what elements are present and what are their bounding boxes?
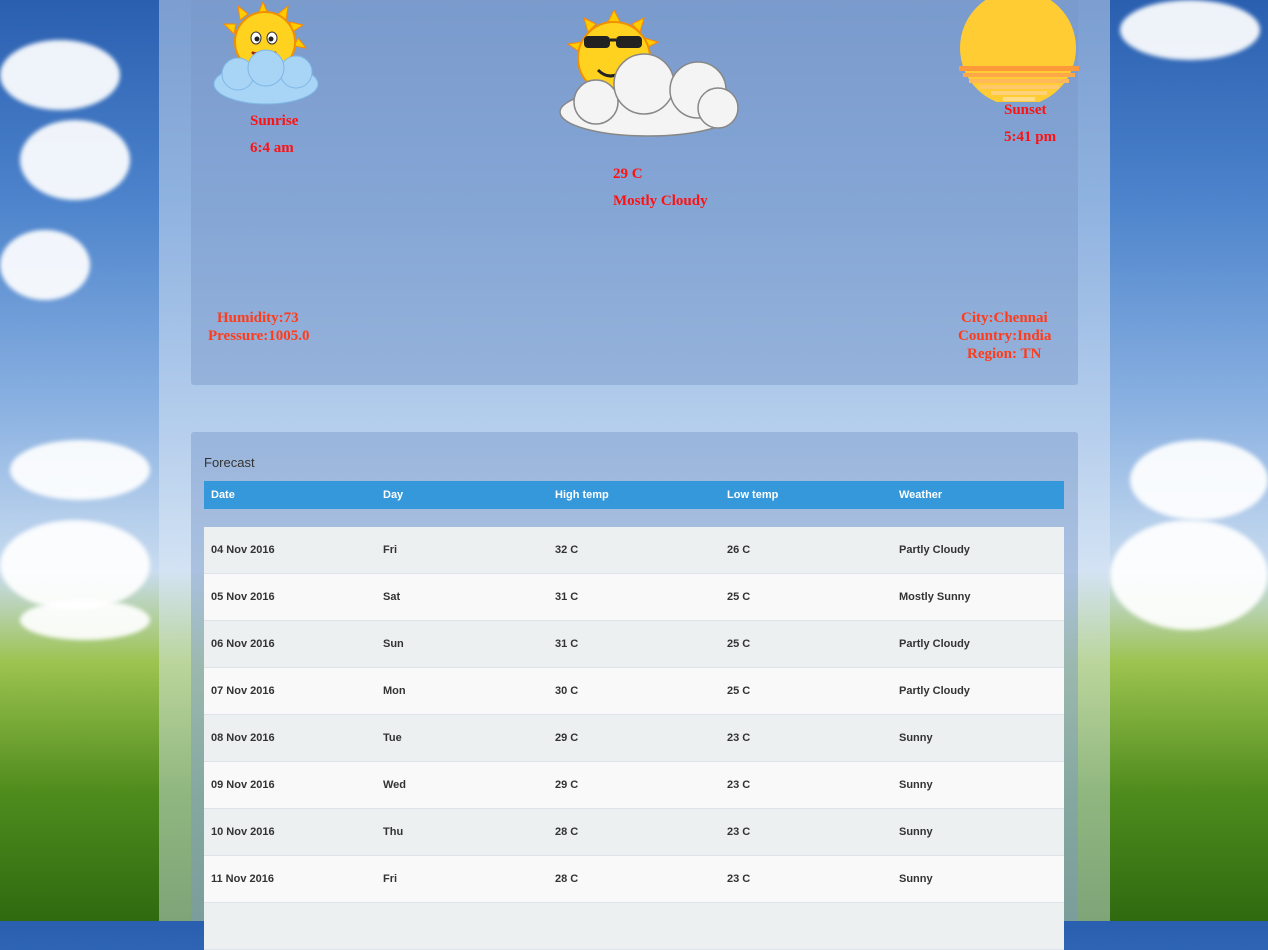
cell-low-temp — [720, 902, 892, 950]
cell-low-temp: 23 C — [720, 714, 892, 762]
cell-day: Fri — [376, 855, 548, 903]
column-header-weather: Weather — [892, 481, 1064, 509]
smiling-sun-cloud-icon — [213, 0, 319, 105]
column-header-high-temp: High temp — [548, 481, 720, 509]
column-header-day: Day — [376, 481, 548, 509]
table-row: 08 Nov 2016 Tue 29 C 23 C Sunny — [204, 714, 1064, 762]
table-row: 05 Nov 2016 Sat 31 C 25 C Mostly Sunny — [204, 573, 1064, 621]
cell-weather: Sunny — [892, 855, 1064, 903]
cell-low-temp: 25 C — [720, 573, 892, 621]
cell-day — [376, 902, 548, 950]
cell-date: 09 Nov 2016 — [204, 761, 376, 809]
cell-weather: Mostly Sunny — [892, 573, 1064, 621]
current-weather-panel: Sunrise 6:4 am 29 C Mostly Cloudy Sunset… — [191, 0, 1079, 385]
forecast-header-row: Date Day High temp Low temp Weather — [204, 481, 1064, 509]
cell-high-temp: 28 C — [548, 808, 720, 856]
pressure-value: Pressure:1005.0 — [208, 328, 310, 344]
cell-date: 10 Nov 2016 — [204, 808, 376, 856]
column-header-date: Date — [204, 481, 376, 509]
cell-low-temp: 23 C — [720, 808, 892, 856]
cell-high-temp: 32 C — [548, 527, 720, 574]
cell-date: 07 Nov 2016 — [204, 667, 376, 715]
cell-day: Fri — [376, 527, 548, 574]
city-value: City:Chennai — [961, 310, 1048, 326]
cell-day: Sat — [376, 573, 548, 621]
cell-low-temp: 23 C — [720, 855, 892, 903]
forecast-title: Forecast — [204, 455, 255, 470]
table-row: 06 Nov 2016 Sun 31 C 25 C Partly Cloudy — [204, 620, 1064, 668]
cell-date: 04 Nov 2016 — [204, 527, 376, 574]
cell-day: Thu — [376, 808, 548, 856]
sunrise-time: 6:4 am — [250, 140, 294, 156]
cell-high-temp: 31 C — [548, 620, 720, 668]
forecast-table: Date Day High temp Low temp Weather 04 N… — [204, 481, 1064, 950]
region-value: Region: TN — [967, 346, 1042, 362]
cell-day: Wed — [376, 761, 548, 809]
cell-date: 06 Nov 2016 — [204, 620, 376, 668]
country-value: Country:India — [958, 328, 1052, 344]
cell-high-temp: 30 C — [548, 667, 720, 715]
cell-high-temp: 29 C — [548, 761, 720, 809]
table-row: 11 Nov 2016 Fri 28 C 23 C Sunny — [204, 855, 1064, 903]
setting-sun-icon — [959, 0, 1079, 102]
cell-high-temp: 29 C — [548, 714, 720, 762]
current-condition: Mostly Cloudy — [613, 193, 708, 209]
cell-weather: Sunny — [892, 714, 1064, 762]
sunset-time: 5:41 pm — [1004, 129, 1057, 145]
cell-high-temp: 28 C — [548, 855, 720, 903]
table-row: 07 Nov 2016 Mon 30 C 25 C Partly Cloudy — [204, 667, 1064, 715]
forecast-panel: Forecast Date Day High temp Low temp Wea… — [191, 432, 1078, 950]
table-spacer — [204, 509, 1064, 527]
cell-weather: Partly Cloudy — [892, 667, 1064, 715]
cell-date: 08 Nov 2016 — [204, 714, 376, 762]
cell-date: 05 Nov 2016 — [204, 573, 376, 621]
cell-weather: Sunny — [892, 808, 1064, 856]
humidity-value: Humidity:73 — [217, 310, 299, 326]
cell-date: 11 Nov 2016 — [204, 855, 376, 903]
cell-low-temp: 23 C — [720, 761, 892, 809]
cell-day: Mon — [376, 667, 548, 715]
sunset-label: Sunset — [1004, 102, 1047, 118]
page-container: Sunrise 6:4 am 29 C Mostly Cloudy Sunset… — [159, 0, 1110, 950]
current-temperature: 29 C — [613, 166, 643, 182]
sun-sunglasses-cloud-icon — [559, 10, 739, 137]
table-row: 10 Nov 2016 Thu 28 C 23 C Sunny — [204, 808, 1064, 856]
sunrise-label: Sunrise — [250, 113, 299, 129]
cell-weather: Sunny — [892, 761, 1064, 809]
cell-high-temp: 31 C — [548, 573, 720, 621]
cell-weather: Partly Cloudy — [892, 620, 1064, 668]
cell-low-temp: 26 C — [720, 527, 892, 574]
cell-day: Sun — [376, 620, 548, 668]
cell-weather — [892, 902, 1064, 950]
cell-low-temp: 25 C — [720, 620, 892, 668]
cell-date — [204, 902, 376, 950]
cell-high-temp — [548, 902, 720, 950]
table-row — [204, 902, 1064, 950]
forecast-body: 04 Nov 2016 Fri 32 C 26 C Partly Cloudy 05 No… — [204, 509, 1064, 950]
table-row: 09 Nov 2016 Wed 29 C 23 C Sunny — [204, 761, 1064, 809]
table-row: 04 Nov 2016 Fri 32 C 26 C Partly Cloudy — [204, 527, 1064, 574]
cell-weather: Partly Cloudy — [892, 527, 1064, 574]
column-header-low-temp: Low temp — [720, 481, 892, 509]
cell-low-temp: 25 C — [720, 667, 892, 715]
cell-day: Tue — [376, 714, 548, 762]
